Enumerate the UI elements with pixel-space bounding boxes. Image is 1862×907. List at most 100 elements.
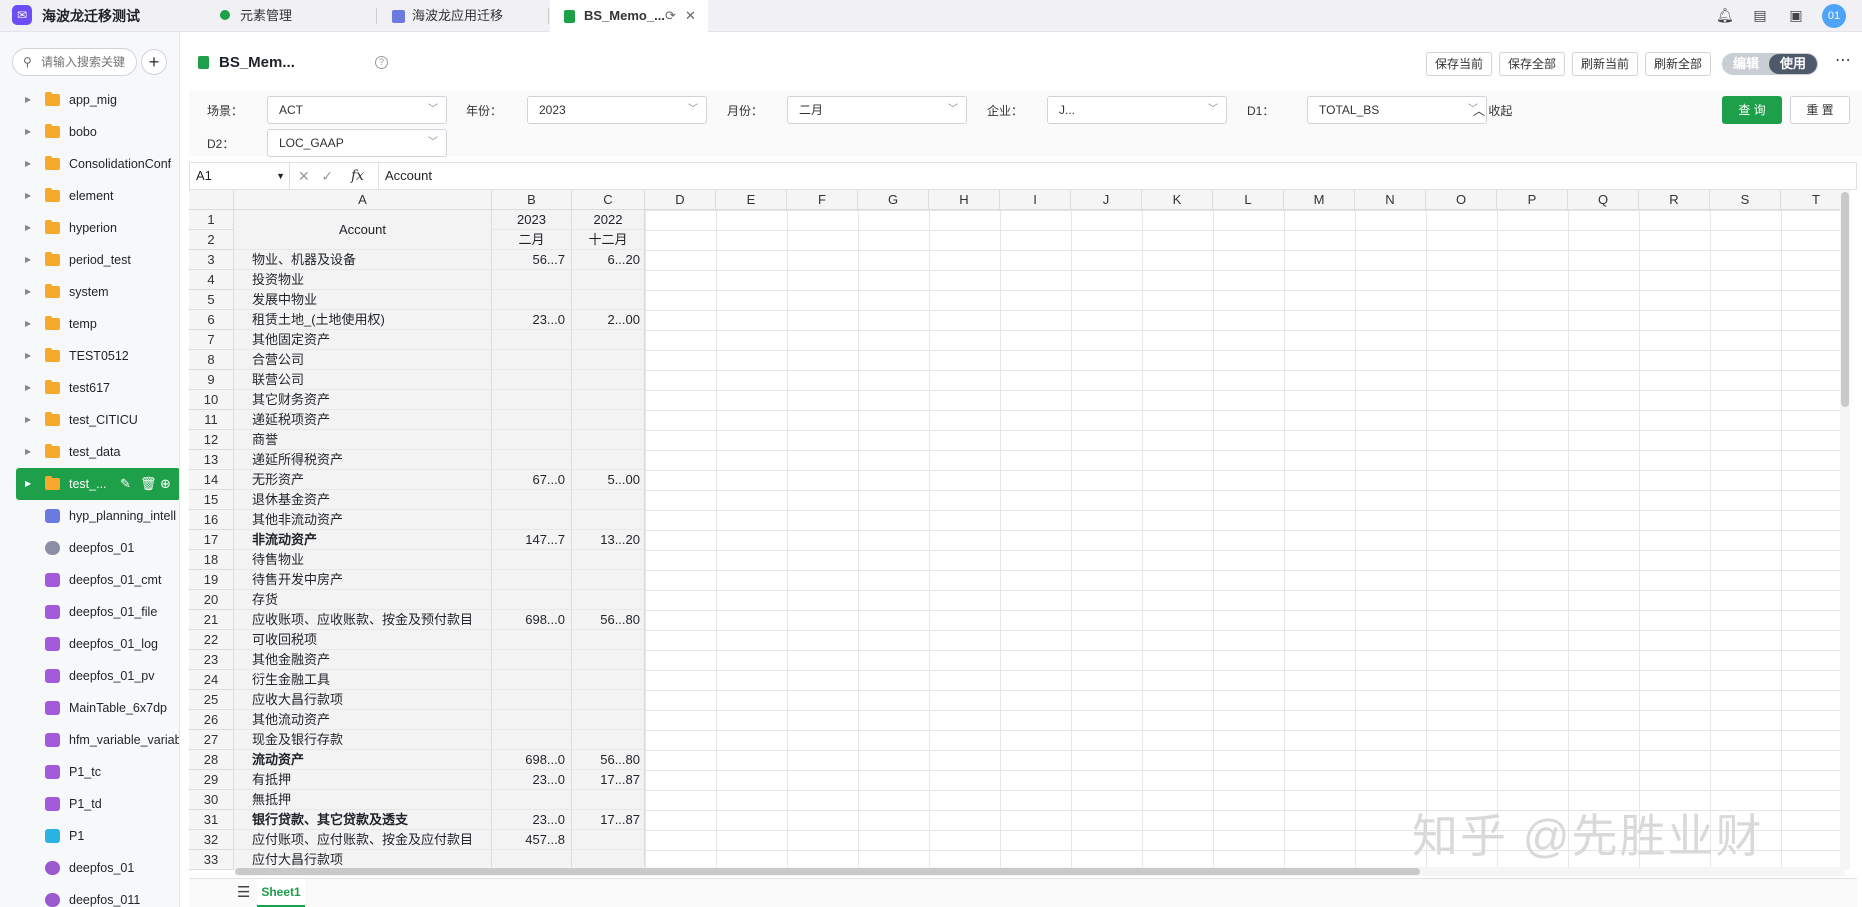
row-header[interactable]: 6: [189, 310, 234, 330]
account-cell[interactable]: 待售开发中房产: [234, 570, 492, 590]
account-header-cell[interactable]: Account: [234, 210, 492, 250]
column-header-q[interactable]: Q: [1568, 190, 1639, 210]
account-cell[interactable]: 其他流动资产: [234, 710, 492, 730]
column-header-f[interactable]: F: [787, 190, 858, 210]
column-header-j[interactable]: J: [1071, 190, 1142, 210]
value-cell-b[interactable]: 23...0: [492, 770, 572, 790]
value-cell-c[interactable]: 17...87: [572, 770, 645, 790]
row-header[interactable]: 9: [189, 370, 234, 390]
row-header[interactable]: 23: [189, 650, 234, 670]
scene-select[interactable]: ACT ﹀: [267, 96, 447, 124]
sidebar-item-deepfos-01-pv[interactable]: deepfos_01_pv: [0, 660, 179, 692]
value-cell-c[interactable]: [572, 430, 645, 450]
value-cell-b[interactable]: [492, 390, 572, 410]
expand-arrow-icon[interactable]: ▶: [25, 372, 31, 404]
year-header-b[interactable]: 2023: [492, 210, 572, 230]
sidebar-item-maintable[interactable]: MainTable_6x7dp: [0, 692, 179, 724]
sidebar-item-system[interactable]: ▶ system: [0, 276, 179, 308]
row-header[interactable]: 26: [189, 710, 234, 730]
sidebar-item-deepfos-01-log[interactable]: deepfos_01_log: [0, 628, 179, 660]
value-cell-b[interactable]: [492, 330, 572, 350]
value-cell-b[interactable]: [492, 430, 572, 450]
value-cell-c[interactable]: 5...00: [572, 470, 645, 490]
value-cell-b[interactable]: [492, 410, 572, 430]
sidebar-item-consolidationconf[interactable]: ▶ ConsolidationConf: [0, 148, 179, 180]
value-cell-b[interactable]: [492, 710, 572, 730]
column-header-k[interactable]: K: [1142, 190, 1213, 210]
sidebar-item-temp[interactable]: ▶ temp: [0, 308, 179, 340]
account-cell[interactable]: 其他金融资产: [234, 650, 492, 670]
column-header-b[interactable]: B: [492, 190, 572, 210]
sidebar-item-test0512[interactable]: ▶ TEST0512: [0, 340, 179, 372]
row-header[interactable]: 12: [189, 430, 234, 450]
sheet-tab[interactable]: Sheet1: [257, 879, 305, 907]
account-cell[interactable]: 其他非流动资产: [234, 510, 492, 530]
row-header[interactable]: 8: [189, 350, 234, 370]
account-cell[interactable]: 联营公司: [234, 370, 492, 390]
account-cell[interactable]: 退休基金资产: [234, 490, 492, 510]
value-cell-b[interactable]: [492, 590, 572, 610]
spreadsheet-grid[interactable]: ABCDEFGHIJKLMNOPQRST 1 2023 2022 Account 2 二月…: [189, 190, 1846, 870]
account-cell[interactable]: 可收回税项: [234, 630, 492, 650]
scrollbar-thumb[interactable]: [1841, 192, 1849, 407]
value-cell-c[interactable]: [572, 630, 645, 650]
column-header-n[interactable]: N: [1355, 190, 1426, 210]
sidebar-item-test617[interactable]: ▶ test617: [0, 372, 179, 404]
account-cell[interactable]: 存货: [234, 590, 492, 610]
column-header-a[interactable]: A: [234, 190, 492, 210]
formula-input[interactable]: Account: [378, 163, 1856, 189]
value-cell-b[interactable]: [492, 790, 572, 810]
account-cell[interactable]: 应收大昌行款项: [234, 690, 492, 710]
period-header-b[interactable]: 二月: [492, 230, 572, 250]
expand-arrow-icon[interactable]: ▶: [25, 468, 31, 500]
sidebar-item-hyp-planning[interactable]: hyp_planning_intell: [0, 500, 179, 532]
value-cell-b[interactable]: [492, 670, 572, 690]
value-cell-c[interactable]: [572, 570, 645, 590]
corner-cell[interactable]: [189, 190, 234, 210]
sidebar-item-test-selected[interactable]: ▶ test_... ✎ 🗑︎ ⊕: [16, 468, 179, 500]
row-header[interactable]: 30: [189, 790, 234, 810]
delete-icon[interactable]: 🗑︎: [140, 468, 157, 500]
value-cell-b[interactable]: [492, 450, 572, 470]
value-cell-b[interactable]: [492, 570, 572, 590]
save-all-button[interactable]: 保存全部: [1499, 52, 1566, 76]
value-cell-c[interactable]: [572, 550, 645, 570]
inbox-icon[interactable]: ▣: [1788, 7, 1804, 23]
account-cell[interactable]: 投资物业: [234, 270, 492, 290]
row-header[interactable]: 14: [189, 470, 234, 490]
scrollbar-thumb[interactable]: [235, 868, 1420, 875]
sidebar-item-deepfos-01-file[interactable]: deepfos_01_file: [0, 596, 179, 628]
value-cell-b[interactable]: [492, 490, 572, 510]
close-icon[interactable]: ✕: [685, 0, 696, 32]
collapse-button[interactable]: ︿ 收起: [1473, 102, 1512, 119]
horizontal-scrollbar[interactable]: [235, 867, 1845, 876]
row-header[interactable]: 25: [189, 690, 234, 710]
sidebar-item-test-data[interactable]: ▶ test_data: [0, 436, 179, 468]
row-header[interactable]: 20: [189, 590, 234, 610]
column-header-h[interactable]: H: [929, 190, 1000, 210]
expand-arrow-icon[interactable]: ▶: [25, 276, 31, 308]
sidebar-item-hfm-variable[interactable]: hfm_variable_variab: [0, 724, 179, 756]
row-header[interactable]: 22: [189, 630, 234, 650]
account-cell[interactable]: 应收账项、应收账款、按金及预付款目: [234, 610, 492, 630]
value-cell-b[interactable]: 23...0: [492, 310, 572, 330]
empty-cells[interactable]: [645, 210, 1846, 870]
column-header-g[interactable]: G: [858, 190, 929, 210]
column-header-c[interactable]: C: [572, 190, 645, 210]
expand-arrow-icon[interactable]: ▶: [25, 340, 31, 372]
bell-icon[interactable]: 🔔︎: [1716, 7, 1734, 23]
account-cell[interactable]: 租赁土地_(土地使用权): [234, 310, 492, 330]
cell-reference[interactable]: A1 ▼: [190, 163, 290, 189]
value-cell-b[interactable]: 698...0: [492, 610, 572, 630]
value-cell-c[interactable]: [572, 330, 645, 350]
value-cell-b[interactable]: [492, 370, 572, 390]
row-header[interactable]: 11: [189, 410, 234, 430]
account-cell[interactable]: 衍生金融工具: [234, 670, 492, 690]
row-header[interactable]: 16: [189, 510, 234, 530]
value-cell-b[interactable]: [492, 270, 572, 290]
refresh-icon[interactable]: ⟳: [665, 0, 676, 32]
value-cell-c[interactable]: [572, 370, 645, 390]
value-cell-c[interactable]: 6...20: [572, 250, 645, 270]
period-header-c[interactable]: 十二月: [572, 230, 645, 250]
confirm-icon[interactable]: ✓: [321, 168, 333, 184]
